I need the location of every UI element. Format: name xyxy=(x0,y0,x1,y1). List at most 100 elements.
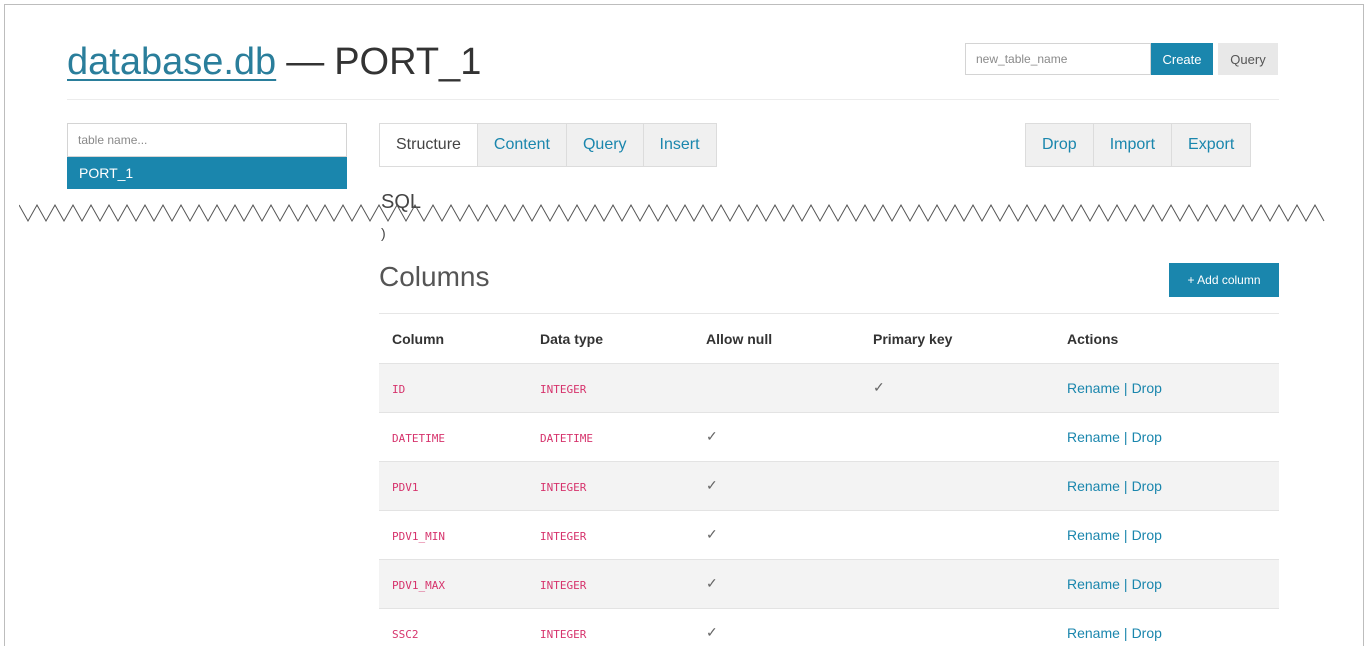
check-icon: ✓ xyxy=(873,379,885,395)
actions-cell: Rename | Drop xyxy=(1054,411,1279,461)
column-name: ID xyxy=(392,382,406,396)
tab-content[interactable]: Content xyxy=(477,124,567,166)
primary-key-cell xyxy=(860,607,1054,646)
check-icon: ✓ xyxy=(706,575,718,591)
check-icon: ✓ xyxy=(706,526,718,542)
allow-null-cell: ✓ xyxy=(693,411,860,461)
columns-heading: Columns xyxy=(379,261,490,292)
table-row: DATETIME DATETIME ✓ Rename | Drop xyxy=(379,411,1279,461)
allow-null-cell: ✓ xyxy=(693,460,860,510)
check-icon: ✓ xyxy=(706,624,718,641)
column-name: PDV1_MAX xyxy=(392,578,445,592)
data-type: INTEGER xyxy=(540,480,587,494)
header-primary-key: Primary key xyxy=(873,330,953,347)
drop-column-link[interactable]: Drop xyxy=(1132,380,1162,396)
allow-null-cell xyxy=(693,362,860,412)
column-name-cell: PDV1_MAX xyxy=(379,558,527,608)
column-name-cell: PDV1 xyxy=(379,460,527,510)
title-table-name: PORT_1 xyxy=(334,41,482,83)
actions-cell: Rename | Drop xyxy=(1054,607,1279,646)
drop-table-button[interactable]: Drop xyxy=(1026,124,1094,166)
rename-column-link[interactable]: Rename xyxy=(1067,527,1120,543)
column-name: PDV1_MIN xyxy=(392,529,445,543)
header-divider xyxy=(67,99,1279,100)
allow-null-cell: ✓ xyxy=(693,509,860,559)
tab-insert[interactable]: Insert xyxy=(643,124,716,166)
table-row: PDV1 INTEGER ✓ Rename | Drop xyxy=(379,460,1279,510)
drop-column-link[interactable]: Drop xyxy=(1132,576,1162,592)
primary-key-cell xyxy=(860,558,1054,608)
rename-column-link[interactable]: Rename xyxy=(1067,478,1120,494)
page-title: database.db — PORT_1 xyxy=(67,41,481,84)
actions-cell: Rename | Drop xyxy=(1054,460,1279,510)
table-row: PDV1_MIN INTEGER ✓ Rename | Drop xyxy=(379,509,1279,559)
sql-closing-paren: ) xyxy=(381,225,386,241)
column-name-cell: PDV1_MIN xyxy=(379,509,527,559)
import-button[interactable]: Import xyxy=(1093,124,1173,166)
rename-column-link[interactable]: Rename xyxy=(1067,380,1120,396)
export-button[interactable]: Export xyxy=(1172,124,1251,166)
primary-key-cell xyxy=(860,509,1054,559)
actions-cell: Rename | Drop xyxy=(1054,558,1279,608)
check-icon: ✓ xyxy=(706,428,718,444)
table-actions: Drop Import Export xyxy=(1025,123,1252,167)
action-separator: | xyxy=(1123,428,1128,445)
columns-divider xyxy=(379,313,1279,314)
header-column: Column xyxy=(392,330,445,347)
table-header-row: Column Data type Allow null Primary key … xyxy=(379,315,1279,363)
tab-query[interactable]: Query xyxy=(566,124,644,166)
sidebar-item-port-1[interactable]: PORT_1 xyxy=(67,157,347,189)
rename-column-link[interactable]: Rename xyxy=(1067,576,1120,592)
data-type-cell: INTEGER xyxy=(527,460,693,510)
allow-null-cell: ✓ xyxy=(693,607,860,646)
actions-cell: Rename | Drop xyxy=(1054,362,1279,412)
action-separator: | xyxy=(1123,477,1128,494)
header-allow-null: Allow null xyxy=(706,330,773,347)
create-table-button[interactable]: Create xyxy=(1151,43,1213,75)
data-type-cell: DATETIME xyxy=(527,411,693,461)
tab-structure[interactable]: Structure xyxy=(380,124,478,166)
data-type-cell: INTEGER xyxy=(527,607,693,646)
primary-key-cell: ✓ xyxy=(860,362,1054,412)
primary-key-cell xyxy=(860,460,1054,510)
add-column-button[interactable]: + Add column xyxy=(1169,263,1279,297)
table-row: ID INTEGER ✓ Rename | Drop xyxy=(379,362,1279,412)
new-table-name-input[interactable] xyxy=(965,43,1151,75)
action-separator: | xyxy=(1123,624,1128,641)
header-actions: Actions xyxy=(1067,330,1119,347)
columns-table: Column Data type Allow null Primary key … xyxy=(379,315,1279,646)
drop-column-link[interactable]: Drop xyxy=(1132,429,1162,445)
rename-column-link[interactable]: Rename xyxy=(1067,625,1120,641)
primary-key-cell xyxy=(860,411,1054,461)
data-type: INTEGER xyxy=(540,578,587,592)
database-link[interactable]: database.db xyxy=(67,41,276,83)
data-type-cell: INTEGER xyxy=(527,362,693,412)
table-search-input[interactable] xyxy=(67,123,347,157)
action-separator: | xyxy=(1123,526,1128,543)
column-name: PDV1 xyxy=(392,480,419,494)
drop-column-link[interactable]: Drop xyxy=(1132,527,1162,543)
drop-column-link[interactable]: Drop xyxy=(1132,478,1162,494)
table-row: SSC2 INTEGER ✓ Rename | Drop xyxy=(379,607,1279,646)
data-type-cell: INTEGER xyxy=(527,558,693,608)
action-separator: | xyxy=(1123,379,1128,396)
app-window: database.db—PORT_1 Create Query PORT_1 S… xyxy=(4,4,1364,646)
zigzag-break-divider xyxy=(19,203,1325,223)
data-type: INTEGER xyxy=(540,529,587,543)
column-name: DATETIME xyxy=(392,431,445,445)
header-data-type: Data type xyxy=(540,330,604,347)
data-type: DATETIME xyxy=(540,431,593,445)
column-name: SSC2 xyxy=(392,627,419,641)
column-name-cell: SSC2 xyxy=(379,607,527,646)
check-icon: ✓ xyxy=(706,477,718,493)
query-button[interactable]: Query xyxy=(1218,43,1278,75)
table-tabs: Structure Content Query Insert xyxy=(379,123,717,167)
data-type: INTEGER xyxy=(540,627,587,641)
action-separator: | xyxy=(1123,575,1128,592)
title-dash: — xyxy=(286,41,325,83)
allow-null-cell: ✓ xyxy=(693,558,860,608)
column-name-cell: DATETIME xyxy=(379,411,527,461)
data-type: INTEGER xyxy=(540,382,587,396)
rename-column-link[interactable]: Rename xyxy=(1067,429,1120,445)
drop-column-link[interactable]: Drop xyxy=(1132,625,1162,641)
